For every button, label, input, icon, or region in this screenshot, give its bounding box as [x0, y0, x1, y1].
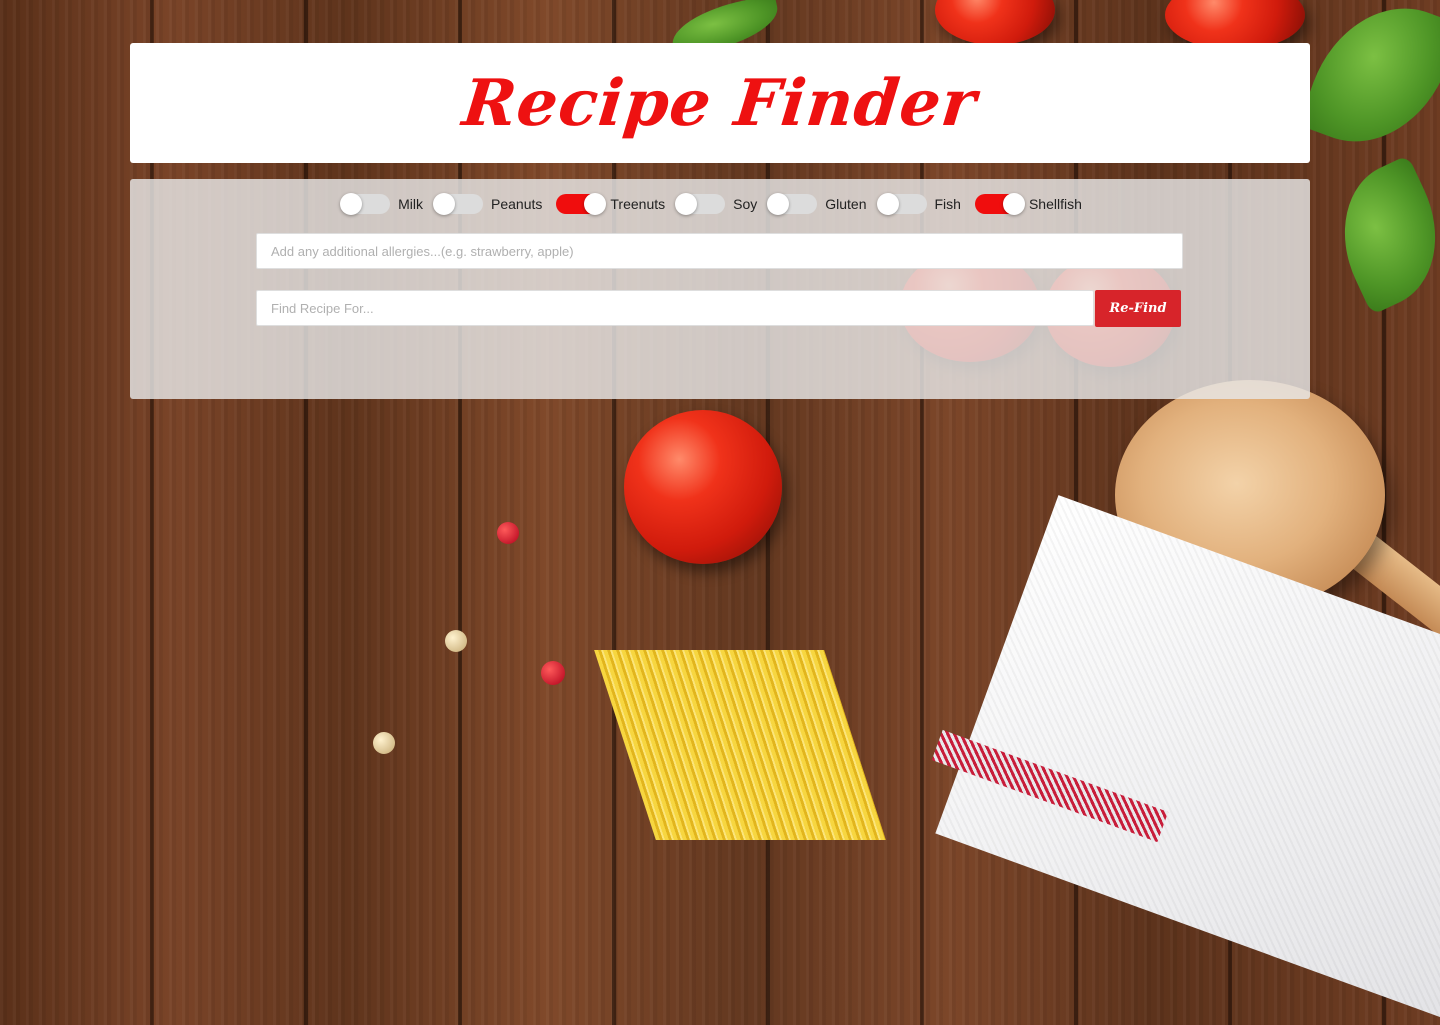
search-panel: Milk Peanuts Treenuts Soy Gluten Fish Sh…: [130, 179, 1310, 399]
toggle-knob: [876, 193, 899, 215]
spaghetti-image: [594, 650, 886, 840]
shellfish-label: Shellfish: [1028, 196, 1082, 212]
cherry-tomato-image: [935, 0, 1055, 45]
allergen-treenuts: Treenuts: [556, 193, 679, 215]
shellfish-toggle[interactable]: [974, 193, 1025, 215]
allergen-gluten: Gluten: [767, 193, 880, 215]
allergen-fish: Fish: [876, 193, 975, 215]
toggle-knob: [1002, 193, 1025, 215]
header-card: Recipe Finder: [130, 43, 1310, 163]
allergen-soy: Soy: [675, 193, 771, 215]
basil-leaf-image: [1297, 0, 1440, 166]
refind-button[interactable]: Re-Find: [1095, 290, 1181, 327]
toggle-knob: [767, 193, 790, 215]
milk-toggle[interactable]: [340, 193, 391, 215]
toggle-knob: [584, 193, 607, 215]
app-title: Recipe Finder: [459, 65, 981, 141]
allergen-milk: Milk: [340, 193, 437, 215]
fish-toggle[interactable]: [876, 193, 927, 215]
toggle-knob: [340, 193, 363, 215]
peppercorn-image: [541, 661, 565, 685]
peanuts-toggle[interactable]: [433, 193, 484, 215]
toggle-knob: [433, 193, 456, 215]
peppercorn-image: [445, 630, 467, 652]
tomato-image: [624, 410, 782, 564]
soy-label: Soy: [733, 196, 758, 212]
treenuts-toggle[interactable]: [556, 193, 607, 215]
gluten-label: Gluten: [825, 196, 867, 212]
basil-leaf-image: [1317, 154, 1440, 316]
toggle-knob: [675, 193, 698, 215]
additional-allergies-input[interactable]: [256, 233, 1183, 269]
allergen-peanuts: Peanuts: [433, 193, 556, 215]
allergen-shellfish: Shellfish: [974, 193, 1096, 215]
soy-toggle[interactable]: [675, 193, 726, 215]
milk-label: Milk: [398, 196, 424, 212]
allergen-toggle-row: Milk Peanuts Treenuts Soy Gluten Fish Sh…: [130, 191, 1310, 217]
recipe-search-input[interactable]: [256, 290, 1094, 326]
peppercorn-image: [373, 732, 395, 754]
peppercorn-image: [497, 522, 519, 544]
treenuts-label: Treenuts: [610, 196, 666, 212]
gluten-toggle[interactable]: [767, 193, 818, 215]
fish-label: Fish: [934, 196, 961, 212]
peanuts-label: Peanuts: [491, 196, 543, 212]
